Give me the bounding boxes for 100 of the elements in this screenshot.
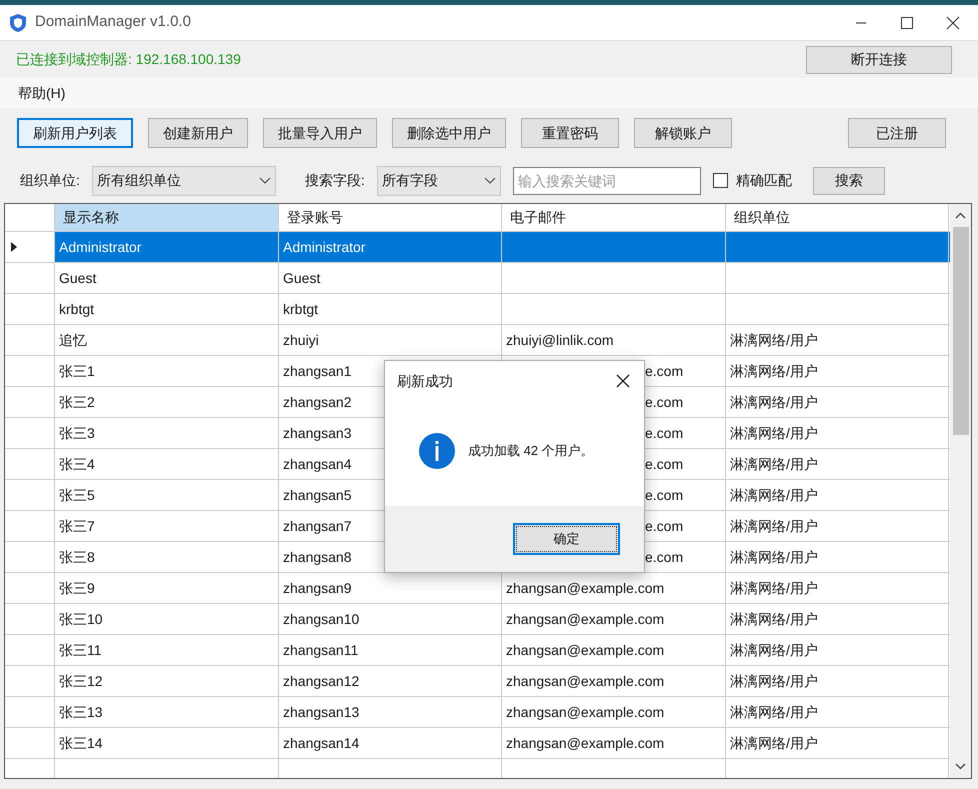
table-row[interactable]: 追忆 zhuiyi zhuiyi@linlik.com 淋漓网络/用户: [5, 325, 950, 356]
table-cell-text: 淋漓网络/用户: [730, 640, 818, 660]
menu-item[interactable]: 帮助(H): [12, 82, 72, 104]
info-icon: [418, 432, 456, 470]
table-cell-text: e.com: [645, 548, 684, 566]
table-cell-text: 张三11: [59, 640, 102, 660]
table-row[interactable]: 张三14 zhangsan14 zhangsan@example.com 淋漓网络/用户: [5, 728, 950, 759]
table-cell-text: 淋漓网络/用户: [730, 392, 818, 412]
table-cell-text: zhangsan@example.com: [506, 672, 664, 691]
table-cell-text: zhangsan@example.com: [506, 640, 664, 660]
scroll-down-icon[interactable]: [955, 763, 966, 770]
table-cell-text: 张三13: [59, 702, 103, 722]
table-cell-text: Administrator: [283, 238, 366, 256]
table-cell-text: zhangsan@example.com: [506, 734, 664, 753]
toolbar-button[interactable]: 重置密码: [521, 118, 619, 148]
table-cell-text: zhangsan2: [283, 392, 352, 412]
search-input[interactable]: 输入搜索关键词: [512, 166, 701, 194]
table-cell-text: zhangsan9: [283, 578, 352, 598]
window-title: DomainManager v1.0.0: [35, 12, 191, 32]
table-cell-text: e.com: [645, 424, 684, 442]
table-cell-text: 张三8: [59, 548, 95, 566]
table-row[interactable]: 张三13 zhangsan13 zhangsan@example.com 淋漓网络/用户: [5, 697, 950, 728]
toolbar-button[interactable]: 创建新用户: [148, 118, 248, 148]
table-cell-text: zhangsan1: [283, 362, 352, 381]
search-field-dropdown[interactable]: 所有字段: [376, 166, 501, 196]
column-header[interactable]: 电子邮件: [502, 204, 726, 231]
table-cell-text: 淋漓网络/用户: [730, 330, 818, 350]
table-cell-text: 张三10: [59, 610, 103, 628]
table-cell-text: 淋漓网络/用户: [730, 516, 818, 536]
table-row[interactable]: 张三11 zhangsan11 zhangsan@example.com 淋漓网络/用户: [5, 635, 950, 666]
table-row[interactable]: krbtgt krbtgt: [5, 294, 950, 325]
table-cell-text: zhangsan14: [283, 734, 360, 753]
exact-match-label: 精确匹配: [736, 171, 792, 190]
table-cell-text: 张三7: [59, 516, 95, 536]
table-cell-text: 淋漓网络/用户: [730, 578, 818, 598]
column-header[interactable]: 显示名称: [55, 204, 279, 231]
toolbar-button[interactable]: 解锁账户: [634, 118, 732, 148]
exact-match-checkbox[interactable]: [712, 173, 728, 188]
table-cell-text: 淋漓网络/用户: [730, 548, 818, 566]
table-row[interactable]: Administrator Administrator: [5, 232, 950, 263]
table-cell-text: zhangsan4: [283, 454, 352, 474]
table-cell-text: Guest: [59, 268, 96, 288]
table-cell-text: 张三12: [59, 672, 103, 690]
table-cell-text: zhangsan10: [283, 610, 360, 629]
close-icon[interactable]: [616, 374, 630, 388]
table-cell-text: zhangsan11: [283, 640, 358, 660]
table-cell-text: 张三5: [59, 486, 95, 504]
toolbar-button[interactable]: 刷新用户列表: [17, 118, 133, 148]
table-cell-text: 张三3: [59, 424, 95, 442]
table-cell-text: e.com: [645, 362, 684, 380]
table-cell-text: zhuiyi: [283, 330, 319, 350]
table-cell-text: zhangsan13: [283, 702, 360, 722]
table-cell-text: e.com: [645, 454, 684, 474]
table-cell-text: 张三9: [59, 578, 95, 598]
table-cell-text: 张三1: [59, 362, 95, 380]
disconnect-button[interactable]: 断开连接: [806, 46, 952, 74]
table-cell-text: 淋漓网络/用户: [730, 702, 818, 722]
scroll-thumb[interactable]: [952, 227, 968, 435]
table-row[interactable]: Guest Guest: [5, 263, 950, 294]
table-cell-text: zhangsan@example.com: [506, 578, 664, 598]
toolbar-button[interactable]: 删除选中用户: [392, 118, 506, 148]
table-cell-text: e.com: [645, 486, 684, 504]
ou-label: 组织单位:: [20, 171, 80, 190]
table-cell-text: zhangsan5: [283, 486, 352, 505]
row-pointer-icon: [11, 242, 17, 252]
table-cell-text: 淋漓网络/用户: [730, 362, 818, 380]
table-cell-text: Guest: [283, 268, 320, 288]
chevron-icon: [258, 176, 271, 184]
search-button[interactable]: 搜索: [812, 166, 885, 194]
table-cell-text: 淋漓网络/用户: [730, 734, 818, 752]
connection-status: 已连接到域控制器: 192.168.100.139: [16, 50, 241, 69]
ok-button[interactable]: 确定: [513, 523, 620, 555]
table-cell-text: e.com: [645, 516, 684, 536]
scrollbar[interactable]: [950, 204, 971, 778]
toolbar-button[interactable]: 批量导入用户: [263, 118, 377, 148]
table-row[interactable]: 张三12 zhangsan12 zhangsan@example.com 淋漓网络/用户: [5, 666, 950, 697]
table-cell-text: 追忆: [59, 330, 87, 350]
scroll-up-icon[interactable]: [955, 212, 966, 219]
search-field-label: 搜索字段:: [304, 171, 365, 190]
chevron-icon: [484, 176, 496, 184]
ou-dropdown[interactable]: 所有组织单位: [92, 166, 276, 196]
table-cell-text: krbtgt: [59, 300, 94, 319]
table-cell-text: zhangsan3: [283, 424, 352, 443]
table-cell-text: zhangsan8: [283, 548, 352, 567]
table-cell-text: e.com: [645, 392, 684, 412]
table-cell-text: zhangsan7: [283, 516, 352, 536]
table-cell-text: Administrator: [59, 238, 142, 256]
table-cell-text: 淋漓网络/用户: [730, 610, 818, 628]
shield-icon: [10, 14, 26, 32]
table-cell-text: 张三14: [59, 734, 103, 752]
table-cell-text: 淋漓网络/用户: [730, 424, 818, 442]
registered-button[interactable]: 已注册: [848, 118, 946, 148]
table-cell-text: zhuiyi@linlik.com: [506, 330, 614, 350]
table-cell-text: 淋漓网络/用户: [730, 486, 818, 504]
table-cell-text: krbtgt: [283, 300, 318, 319]
table-cell-text: 张三4: [59, 454, 95, 474]
table-cell-text: zhangsan@example.com: [506, 610, 664, 629]
column-header[interactable]: 组织单位: [726, 204, 949, 231]
table-row[interactable]: 张三10 zhangsan10 zhangsan@example.com 淋漓网络/用户: [5, 604, 950, 635]
column-header[interactable]: 登录账号: [279, 204, 502, 231]
